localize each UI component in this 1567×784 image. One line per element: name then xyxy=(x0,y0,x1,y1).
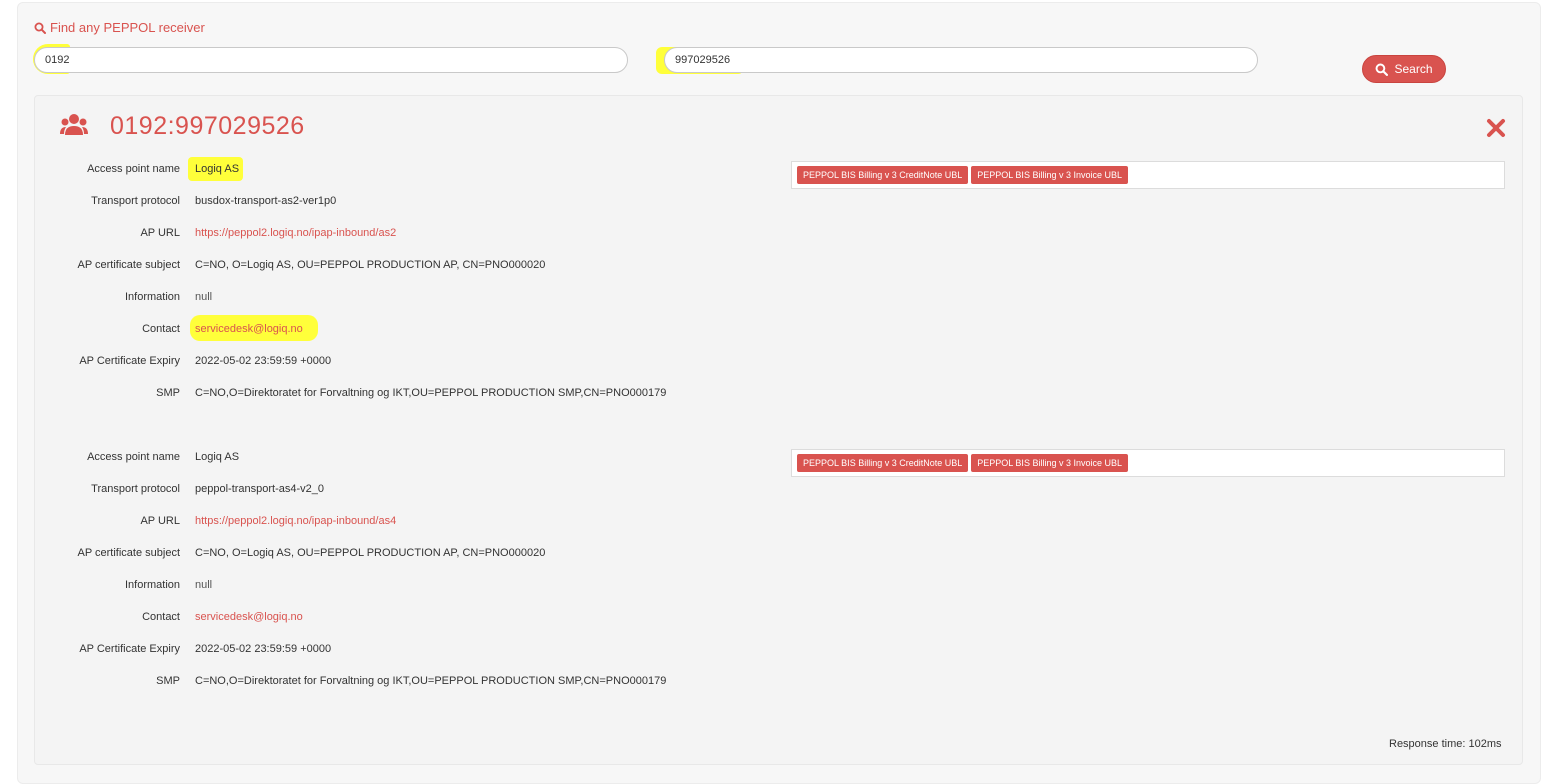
document-badge: PEPPOL BIS Billing v 3 CreditNote UBL xyxy=(797,166,969,184)
search-icon xyxy=(34,22,46,34)
ap-cert-subject-label: AP certificate subject xyxy=(77,259,180,271)
transport-protocol-value: peppol-transport-as4-v2_0 xyxy=(195,483,325,495)
find-receiver-title: Find any PEPPOL receiver xyxy=(50,20,205,35)
ap-cert-subject-label: AP certificate subject xyxy=(77,547,180,559)
ap-cert-subject-value: C=NO, O=Logiq AS, OU=PEPPOL PRODUCTION A… xyxy=(195,547,546,559)
scheme-input[interactable]: 0192 xyxy=(34,47,628,73)
information-value: null xyxy=(195,291,213,303)
access-point-name-label: Access point name xyxy=(87,163,180,175)
close-icon[interactable] xyxy=(1486,118,1506,138)
information-label: Information xyxy=(124,291,180,303)
document-types-box: PEPPOL BIS Billing v 3 CreditNote UBL PE… xyxy=(791,161,1505,189)
ap-url-label: AP URL xyxy=(140,515,180,527)
transport-protocol-row: Transport protocol busdox-transport-as2-… xyxy=(0,193,700,209)
information-row: Information null xyxy=(0,289,700,305)
document-badge: PEPPOL BIS Billing v 3 Invoice UBL xyxy=(971,454,1128,472)
search-button-label: Search xyxy=(1394,62,1433,76)
ap-url-link[interactable]: https://peppol2.logiq.no/ipap-inbound/as… xyxy=(195,513,396,529)
access-point-name-row: Access point name Logiq AS xyxy=(0,161,700,177)
contact-link[interactable]: servicedesk@logiq.no xyxy=(195,321,303,337)
transport-protocol-label: Transport protocol xyxy=(91,195,180,207)
smp-row: SMP C=NO,O=Direktoratet for Forvaltning … xyxy=(0,673,780,689)
ap-cert-expiry-value: 2022-05-02 23:59:59 +0000 xyxy=(195,355,332,367)
ap-cert-subject-value: C=NO, O=Logiq AS, OU=PEPPOL PRODUCTION A… xyxy=(195,259,546,271)
ap-cert-subject-row: AP certificate subject C=NO, O=Logiq AS,… xyxy=(0,545,700,561)
smp-value: C=NO,O=Direktoratet for Forvaltning og I… xyxy=(195,387,667,399)
ap-url-row: AP URL https://peppol2.logiq.no/ipap-inb… xyxy=(0,225,700,241)
information-label: Information xyxy=(124,579,180,591)
contact-label: Contact xyxy=(142,611,180,623)
scheme-input-value: 0192 xyxy=(45,54,70,66)
find-receiver-heading: Find any PEPPOL receiver xyxy=(34,20,205,35)
result-title: 0192:997029526 xyxy=(110,112,305,140)
smp-label: SMP xyxy=(156,387,180,399)
information-value: null xyxy=(195,579,213,591)
information-row: Information null xyxy=(0,577,700,593)
smp-row: SMP C=NO,O=Direktoratet for Forvaltning … xyxy=(0,385,780,401)
smp-value: C=NO,O=Direktoratet for Forvaltning og I… xyxy=(195,675,667,687)
participant-id-input-value: 997029526 xyxy=(675,54,731,66)
search-button[interactable]: Search xyxy=(1362,55,1446,83)
transport-protocol-value: busdox-transport-as2-ver1p0 xyxy=(195,195,337,207)
ap-cert-expiry-label: AP Certificate Expiry xyxy=(79,355,180,367)
smp-label: SMP xyxy=(156,675,180,687)
access-point-name-value: Logiq AS xyxy=(195,163,240,175)
search-icon xyxy=(1376,63,1389,76)
ap-cert-expiry-value: 2022-05-02 23:59:59 +0000 xyxy=(195,643,332,655)
contact-link[interactable]: servicedesk@logiq.no xyxy=(195,609,303,625)
response-time: Response time: 102ms xyxy=(1389,738,1502,750)
access-point-name-row: Access point name Logiq AS xyxy=(0,449,700,465)
ap-cert-expiry-row: AP Certificate Expiry 2022-05-02 23:59:5… xyxy=(0,353,700,369)
participant-id-input[interactable]: 997029526 xyxy=(664,47,1258,73)
contact-row: Contact servicedesk@logiq.no xyxy=(0,609,700,625)
document-badge: PEPPOL BIS Billing v 3 Invoice UBL xyxy=(971,166,1128,184)
ap-cert-subject-row: AP certificate subject C=NO, O=Logiq AS,… xyxy=(0,257,700,273)
users-icon xyxy=(60,114,88,135)
ap-cert-expiry-label: AP Certificate Expiry xyxy=(79,643,180,655)
ap-cert-expiry-row: AP Certificate Expiry 2022-05-02 23:59:5… xyxy=(0,641,700,657)
access-point-name-value: Logiq AS xyxy=(195,451,240,463)
contact-label: Contact xyxy=(142,323,180,335)
document-badge: PEPPOL BIS Billing v 3 CreditNote UBL xyxy=(797,454,969,472)
document-types-box: PEPPOL BIS Billing v 3 CreditNote UBL PE… xyxy=(791,449,1505,477)
ap-url-row: AP URL https://peppol2.logiq.no/ipap-inb… xyxy=(0,513,700,529)
contact-row: Contact servicedesk@logiq.no xyxy=(0,321,700,337)
transport-protocol-label: Transport protocol xyxy=(91,483,180,495)
access-point-name-label: Access point name xyxy=(87,451,180,463)
ap-url-label: AP URL xyxy=(140,227,180,239)
transport-protocol-row: Transport protocol peppol-transport-as4-… xyxy=(0,481,700,497)
ap-url-link[interactable]: https://peppol2.logiq.no/ipap-inbound/as… xyxy=(195,225,396,241)
